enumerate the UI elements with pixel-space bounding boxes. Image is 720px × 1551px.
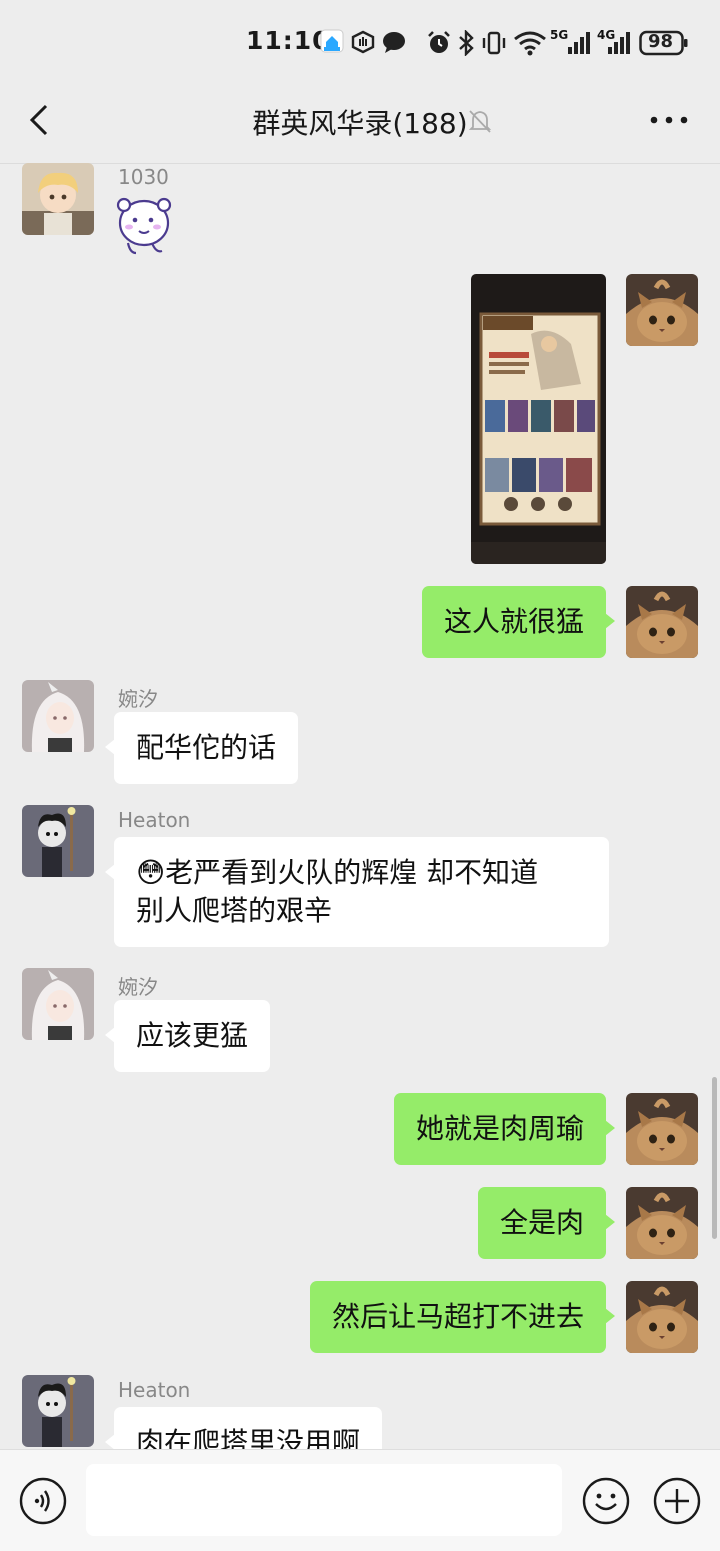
chat-title: 群英风华录(188) <box>252 107 468 140</box>
vibrate-icon <box>480 30 508 60</box>
sender-name: 1030 <box>118 165 169 189</box>
hand-icon <box>350 30 376 58</box>
message-bubble-outgoing[interactable]: 这人就很猛 <box>421 586 616 658</box>
plus-button[interactable] <box>652 1476 702 1526</box>
message-text: 然后让马超打不进去 <box>331 1300 584 1333</box>
white-hair-girl-avatar[interactable] <box>22 968 94 1040</box>
cat-avatar[interactable] <box>626 274 698 346</box>
bluetooth-icon <box>457 29 475 60</box>
status-bar: 11:10 5G 4G 98 <box>0 0 720 86</box>
message-text: 她就是肉周瑜 <box>415 1112 584 1145</box>
anime-boy-avatar[interactable] <box>22 163 94 235</box>
input-toolbar <box>0 1449 720 1551</box>
message-bubble-outgoing[interactable]: 然后让马超打不进去 <box>309 1281 616 1353</box>
alarm-icon <box>426 30 452 60</box>
dark-character-avatar[interactable] <box>22 1375 94 1447</box>
sender-name: 婉汐 <box>118 975 158 999</box>
plus-icon <box>653 1477 701 1525</box>
message-input[interactable] <box>86 1464 562 1536</box>
message-bubble-outgoing[interactable]: 她就是肉周瑜 <box>393 1093 616 1165</box>
sender-name: 婉汐 <box>118 687 158 711</box>
cat-avatar[interactable] <box>626 1281 698 1353</box>
more-options-button[interactable] <box>646 104 692 136</box>
message-bubble-incoming[interactable]: 😳老严看到火队的辉煌 却不知道 别人爬塔的艰辛 <box>105 837 609 947</box>
message-text: 应该更猛 <box>136 1019 249 1052</box>
message-bubble-incoming[interactable]: 应该更猛 <box>104 1000 271 1072</box>
cat-avatar[interactable] <box>626 1093 698 1165</box>
message-text: 别人爬塔的艰辛 <box>136 894 333 927</box>
message-text: 全是肉 <box>499 1206 584 1239</box>
message-list[interactable]: 1030 这人就很猛 婉汐 配华佗的话 Heaton 😳老严看到火队的辉煌 却不… <box>0 163 720 1449</box>
sender-name: Heaton <box>118 808 191 832</box>
emoji-icon <box>582 1477 630 1525</box>
cat-avatar[interactable] <box>626 586 698 658</box>
cat-avatar[interactable] <box>626 1187 698 1259</box>
white-hair-girl-avatar[interactable] <box>22 680 94 752</box>
message-text: 肉在爬塔里没用啊 <box>136 1426 361 1449</box>
signal-5g-icon <box>566 30 592 60</box>
app-notification-icon <box>318 28 346 58</box>
message-bubble-incoming[interactable]: 配华佗的话 <box>104 712 299 784</box>
voice-button[interactable] <box>18 1476 68 1526</box>
sticker-image[interactable] <box>116 193 172 259</box>
emoji-button[interactable] <box>581 1476 631 1526</box>
signal-4g-icon <box>606 30 632 60</box>
message-text: 配华佗的话 <box>136 731 277 764</box>
message-text: 这人就很猛 <box>443 605 584 638</box>
battery-level: 98 <box>648 31 674 52</box>
chat-header: 群英风华录(188) <box>0 86 720 164</box>
scrollbar[interactable] <box>712 1077 717 1239</box>
wifi-icon <box>512 30 548 60</box>
mute-bell-icon <box>467 108 493 138</box>
message-bubble-incoming[interactable]: 肉在爬塔里没用啊 <box>104 1407 383 1449</box>
sender-name: Heaton <box>118 1378 191 1402</box>
chat-bubble-icon <box>381 30 407 58</box>
more-dots-icon <box>650 116 688 124</box>
voice-icon <box>19 1477 67 1525</box>
message-text: 😳老严看到火队的辉煌 却不知道 <box>136 856 539 889</box>
game-screenshot-image[interactable] <box>471 274 606 564</box>
dark-character-avatar[interactable] <box>22 805 94 877</box>
message-bubble-outgoing[interactable]: 全是肉 <box>477 1187 616 1259</box>
